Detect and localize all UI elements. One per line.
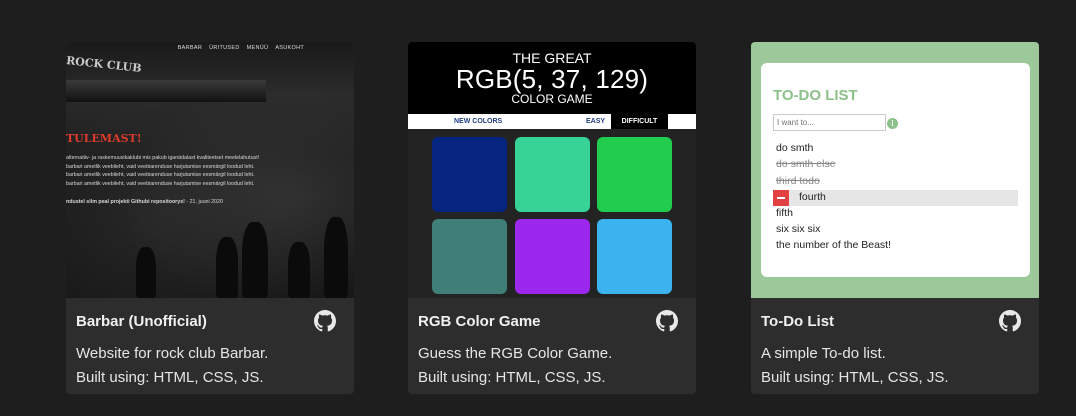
- rgb-target-color: RGB(5, 37, 129): [455, 64, 649, 94]
- color-square[interactable]: [432, 137, 507, 212]
- todo-item[interactable]: do smth else: [776, 157, 836, 172]
- todo-item[interactable]: fourth: [799, 190, 826, 205]
- description-line: A simple To-do list.: [761, 345, 886, 362]
- todo-item[interactable]: third todo: [776, 174, 820, 189]
- barbar-footer-note: ndustel silm peal projekti Githubi repos…: [66, 198, 281, 207]
- project-info: RGB Color Game Guess the RGB Color Game.…: [408, 298, 696, 394]
- github-icon[interactable]: [314, 310, 336, 332]
- project-screenshot-rgb-game[interactable]: THE GREAT RGB(5, 37, 129) COLOR GAME NEW…: [408, 42, 696, 298]
- crowd-silhouette: [136, 247, 156, 298]
- todo-item[interactable]: six six six: [776, 222, 820, 237]
- barbar-club-sign: ROCK CLUB: [66, 54, 143, 75]
- difficult-mode-button[interactable]: DIFFICULT: [611, 114, 668, 129]
- project-info: To-Do List A simple To-do list. Built us…: [751, 298, 1039, 394]
- new-colors-button[interactable]: NEW COLORS: [454, 118, 502, 125]
- barbar-paragraph-line: alternatiiv- ja raskemuusikaklubi mis pa…: [66, 155, 260, 161]
- easy-mode-button[interactable]: EASY: [586, 118, 605, 125]
- barbar-paragraph-line: barbari ametlik veebileht, vaid veebiare…: [66, 180, 255, 187]
- todo-panel: TO-DO LIST i do smth do smth else third …: [761, 63, 1030, 277]
- project-description: Website for rock club Barbar. Built usin…: [76, 342, 268, 390]
- rgb-control-bar: NEW COLORS EASY DIFFICULT: [408, 114, 696, 129]
- todo-item[interactable]: fifth: [776, 206, 793, 221]
- rgb-header: THE GREAT RGB(5, 37, 129) COLOR GAME: [408, 42, 696, 114]
- color-square[interactable]: [597, 137, 672, 212]
- barbar-footer-date: - 21. juuni 2020: [184, 199, 223, 205]
- project-title[interactable]: RGB Color Game: [418, 313, 541, 330]
- color-square[interactable]: [597, 219, 672, 294]
- color-square[interactable]: [515, 137, 590, 212]
- todo-input[interactable]: [773, 114, 886, 131]
- todo-heading: TO-DO LIST: [773, 87, 858, 104]
- github-icon[interactable]: [999, 310, 1021, 332]
- crowd-silhouette: [242, 222, 268, 298]
- description-line: Built using: HTML, CSS, JS.: [76, 369, 264, 386]
- barbar-nav-item: ASUKOHT: [275, 45, 304, 51]
- barbar-nav-item: MENÜÜ: [246, 45, 269, 51]
- todo-item[interactable]: do smth: [776, 141, 813, 156]
- barbar-paragraph-line: barbari ametlik veebileht, vaid veebiare…: [66, 163, 255, 170]
- barbar-footer-bold: ndustel silm peal projekti Githubi repos…: [66, 199, 185, 205]
- todo-item[interactable]: the number of the Beast!: [776, 238, 891, 253]
- color-square[interactable]: [515, 219, 590, 294]
- project-description: A simple To-do list. Built using: HTML, …: [761, 342, 949, 390]
- barbar-nav-item: BARBAR: [177, 45, 203, 51]
- description-line: Built using: HTML, CSS, JS.: [418, 369, 606, 386]
- barbar-nav: BARBAR ÜRITUSED MENÜÜ ASUKOHT: [178, 45, 304, 51]
- description-line: Website for rock club Barbar.: [76, 345, 269, 362]
- project-card-barbar[interactable]: BARBAR ÜRITUSED MENÜÜ ASUKOHT ROCK CLUB …: [66, 42, 354, 394]
- project-screenshot-barbar[interactable]: BARBAR ÜRITUSED MENÜÜ ASUKOHT ROCK CLUB …: [66, 42, 354, 298]
- barbar-paragraph-line: barbari ametlik veebileht, vaid veebiare…: [66, 172, 255, 178]
- project-title[interactable]: To-Do List: [761, 313, 834, 330]
- barbar-paragraph: alternatiiv- ja raskemuusikaklubi mis pa…: [66, 154, 281, 188]
- description-line: Built using: HTML, CSS, JS.: [761, 369, 949, 386]
- barbar-headline: TULEMAST!: [66, 132, 142, 145]
- project-title[interactable]: Barbar (Unofficial): [76, 313, 207, 330]
- project-card-todo-list[interactable]: TO-DO LIST i do smth do smth else third …: [751, 42, 1039, 394]
- crowd-silhouette: [216, 237, 238, 298]
- barbar-awning: [66, 80, 266, 102]
- color-square[interactable]: [432, 219, 507, 294]
- delete-item-button[interactable]: [773, 190, 789, 206]
- barbar-nav-item: ÜRITUSED: [209, 45, 240, 51]
- crowd-silhouette: [288, 242, 310, 298]
- description-line: Guess the RGB Color Game.: [418, 345, 613, 362]
- project-description: Guess the RGB Color Game. Built using: H…: [418, 342, 612, 390]
- info-icon[interactable]: i: [887, 118, 898, 129]
- project-info: Barbar (Unofficial) Website for rock clu…: [66, 298, 354, 394]
- crowd-silhouette: [324, 217, 348, 298]
- project-screenshot-todo-list[interactable]: TO-DO LIST i do smth do smth else third …: [751, 42, 1039, 298]
- github-icon[interactable]: [656, 310, 678, 332]
- project-card-rgb-game[interactable]: THE GREAT RGB(5, 37, 129) COLOR GAME NEW…: [408, 42, 696, 394]
- rgb-title-line3: COLOR GAME: [511, 92, 593, 106]
